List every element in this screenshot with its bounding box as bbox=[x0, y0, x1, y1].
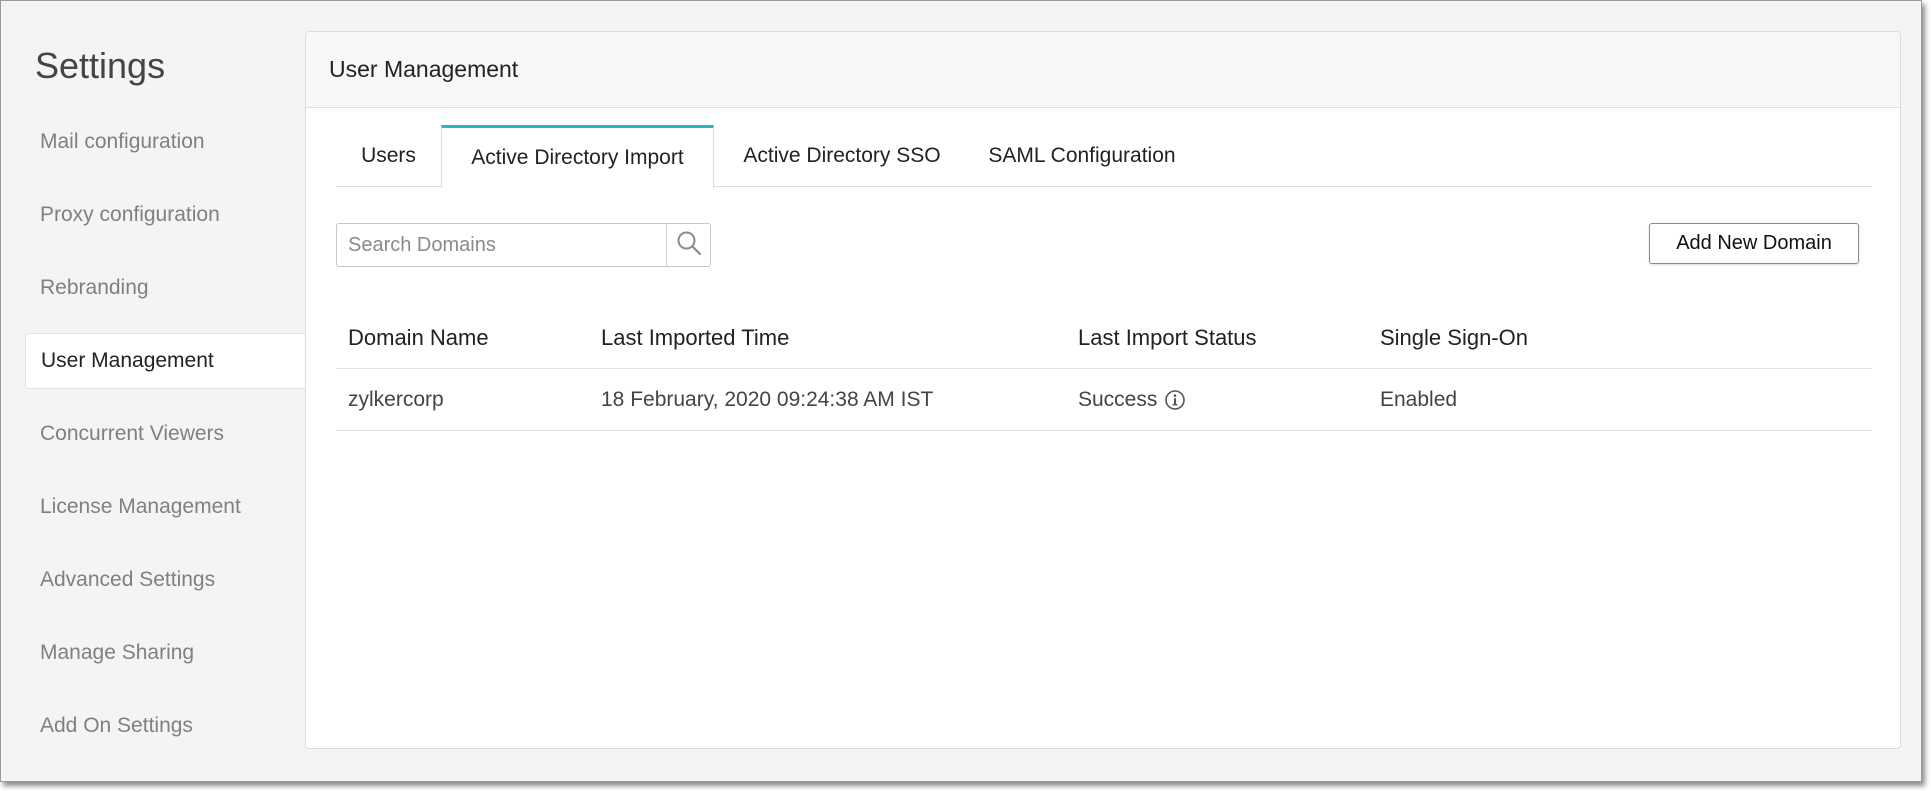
column-header-last-imported-time: Last Imported Time bbox=[601, 324, 790, 350]
sidebar-title: Settings bbox=[35, 45, 166, 86]
column-header-domain-name: Domain Name bbox=[348, 324, 489, 350]
sidebar-item-license-management[interactable]: License Management bbox=[25, 479, 307, 535]
last-import-status-cell: Success bbox=[1078, 369, 1186, 430]
sidebar-item-advanced-settings[interactable]: Advanced Settings bbox=[25, 552, 307, 608]
tab-users[interactable]: Users bbox=[336, 125, 441, 187]
column-header-last-import-status: Last Import Status bbox=[1078, 324, 1257, 350]
last-imported-time-cell: 18 February, 2020 09:24:38 AM IST bbox=[601, 387, 934, 411]
domain-name-cell: zylkercorp bbox=[348, 387, 444, 411]
table-header-row: Domain Name Last Imported Time Last Impo… bbox=[336, 307, 1872, 369]
sidebar-item-user-management[interactable]: User Management bbox=[25, 333, 307, 389]
sidebar-item-concurrent-viewers[interactable]: Concurrent Viewers bbox=[25, 406, 307, 462]
single-sign-on-cell: Enabled bbox=[1380, 387, 1458, 411]
settings-window: Settings Mail configuration Proxy config… bbox=[0, 0, 1922, 782]
sidebar-item-manage-sharing[interactable]: Manage Sharing bbox=[25, 625, 307, 681]
tab-saml-configuration[interactable]: SAML Configuration bbox=[970, 125, 1194, 187]
sidebar-item-proxy-configuration[interactable]: Proxy configuration bbox=[25, 187, 307, 243]
tab-active-directory-import[interactable]: Active Directory Import bbox=[441, 125, 714, 188]
sidebar-item-mail-configuration[interactable]: Mail configuration bbox=[25, 114, 307, 170]
search-button[interactable] bbox=[666, 224, 710, 266]
info-icon[interactable] bbox=[1164, 389, 1186, 411]
user-management-panel: User Management Users Active Directory I… bbox=[305, 31, 1901, 749]
column-header-single-sign-on: Single Sign-On bbox=[1380, 324, 1528, 350]
search-icon bbox=[676, 230, 702, 261]
search-domains-input[interactable] bbox=[337, 224, 666, 266]
import-status-text: Success bbox=[1078, 387, 1158, 411]
sidebar-item-add-on-settings[interactable]: Add On Settings bbox=[25, 698, 307, 754]
table-row[interactable]: zylkercorp 18 February, 2020 09:24:38 AM… bbox=[336, 369, 1872, 431]
tab-active-directory-sso[interactable]: Active Directory SSO bbox=[714, 125, 970, 187]
search-domains-box bbox=[336, 223, 711, 267]
tab-bar: Users Active Directory Import Active Dir… bbox=[336, 125, 1872, 188]
settings-sidebar: Settings Mail configuration Proxy config… bbox=[1, 1, 307, 781]
add-new-domain-button[interactable]: Add New Domain bbox=[1649, 223, 1859, 264]
panel-title: User Management bbox=[306, 32, 1900, 108]
sidebar-item-rebranding[interactable]: Rebranding bbox=[25, 260, 307, 316]
domains-table: Domain Name Last Imported Time Last Impo… bbox=[336, 307, 1872, 431]
